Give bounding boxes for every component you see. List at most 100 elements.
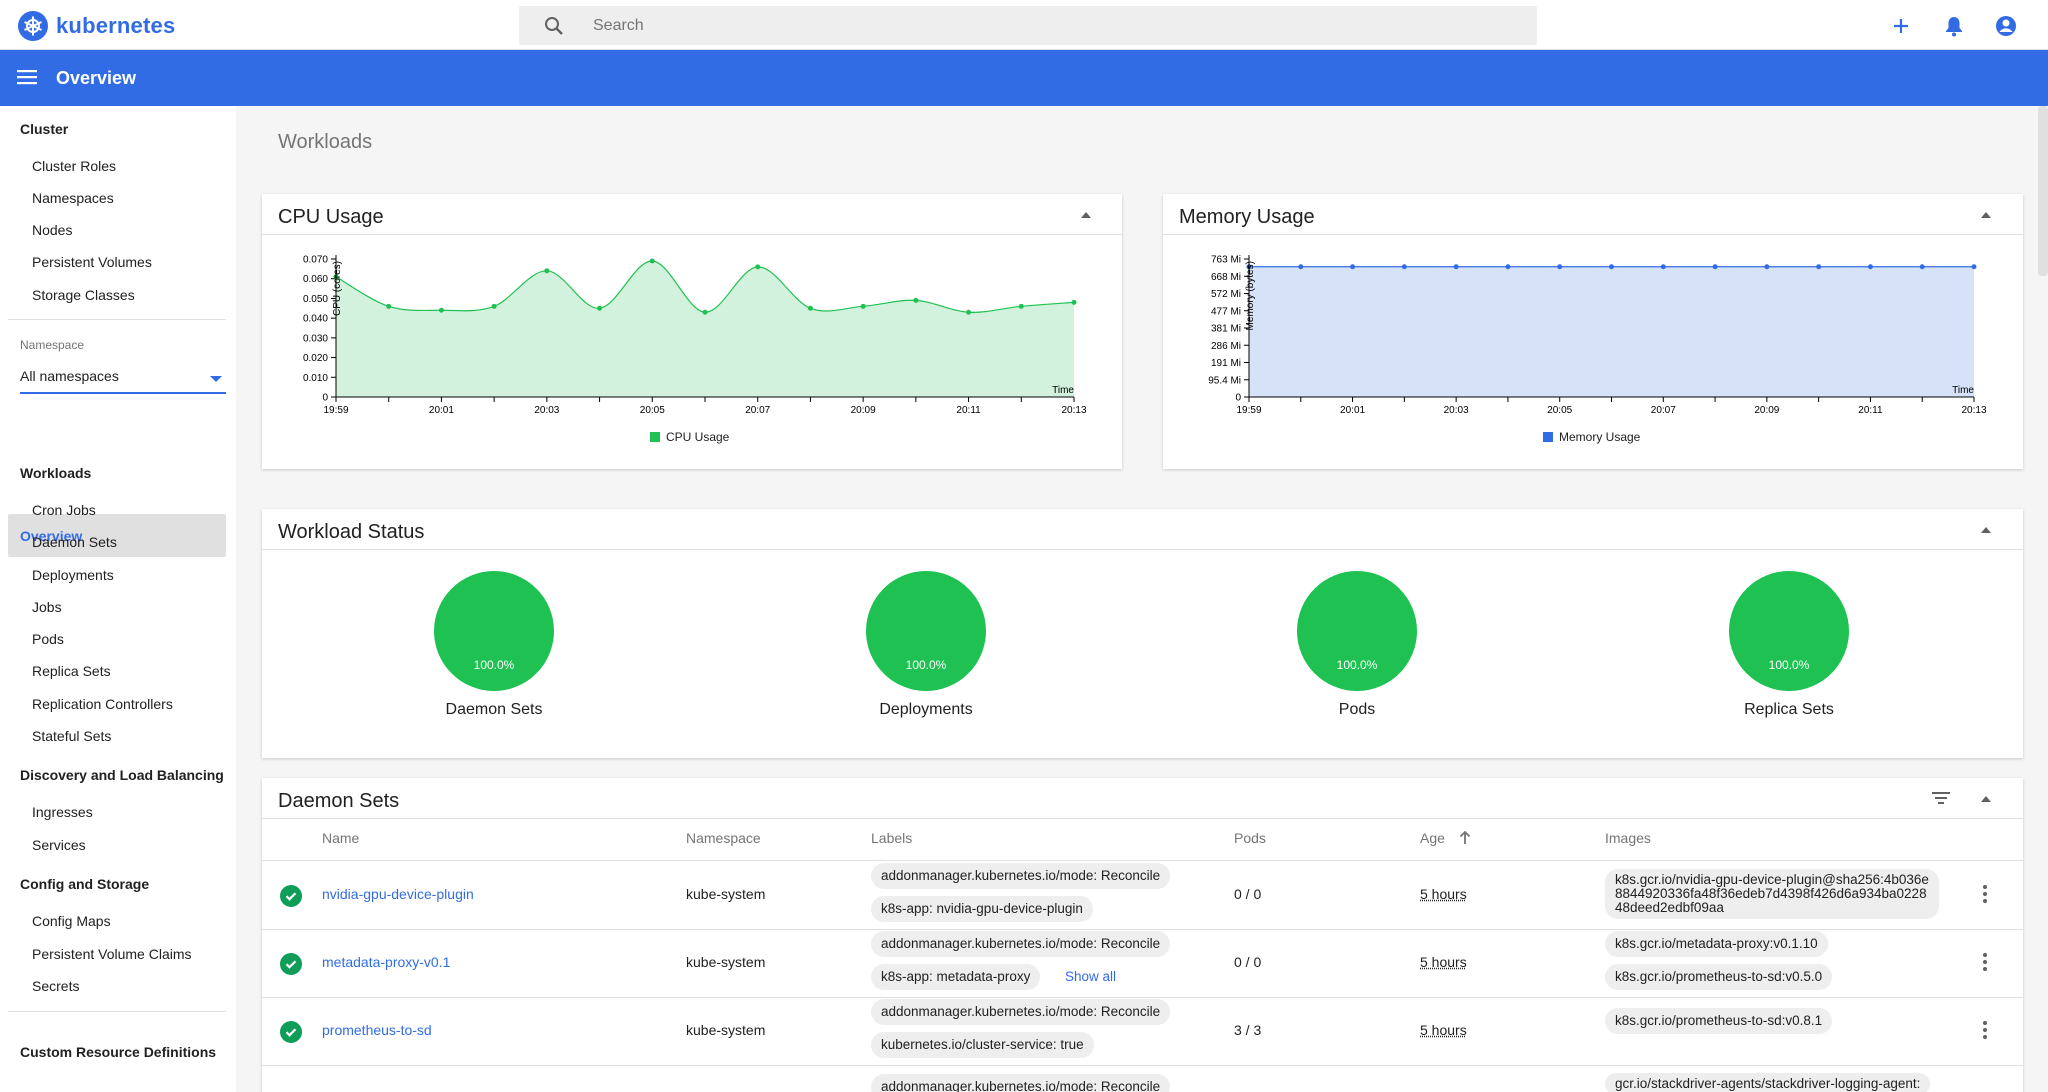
sidebar-item-namespaces[interactable]: Namespaces	[32, 190, 114, 206]
nav-heading-discovery[interactable]: Discovery and Load Balancing	[20, 767, 224, 783]
search-input[interactable]	[593, 6, 1493, 45]
label-chip: addonmanager.kubernetes.io/mode: Reconci…	[871, 1074, 1171, 1092]
show-all-labels-link[interactable]: Show all	[1065, 969, 1116, 984]
data-point	[966, 309, 972, 315]
namespace-select[interactable]: All namespaces	[20, 360, 226, 394]
label-chip: k8s-app: nvidia-gpu-device-plugin	[871, 896, 1093, 922]
top-bar: kubernetes	[0, 0, 2048, 50]
data-point	[1018, 303, 1024, 309]
data-point	[1401, 264, 1407, 270]
sidebar-item-secrets[interactable]: Secrets	[32, 978, 79, 994]
status-pods[interactable]: 100.0% Pods	[1267, 571, 1447, 719]
y-tick-label: 0.060	[303, 274, 328, 285]
sidebar-item-replication-controllers[interactable]: Replication Controllers	[32, 696, 173, 712]
column-header-namespace[interactable]: Namespace	[686, 830, 761, 846]
data-point	[702, 309, 708, 315]
sidebar-item-stateful-sets[interactable]: Stateful Sets	[32, 728, 111, 744]
pods-cell: 0 / 0	[1234, 886, 1262, 902]
sidebar-item-persistent-volume-claims[interactable]: Persistent Volume Claims	[32, 946, 192, 962]
legend-swatch	[650, 432, 660, 442]
nav-heading-config-storage[interactable]: Config and Storage	[20, 876, 149, 892]
area-fill	[1249, 266, 1974, 397]
x-tick-label: 19:59	[1236, 405, 1261, 416]
row-actions-menu-icon[interactable]	[1983, 1021, 1987, 1039]
sidebar-item-persistent-volumes[interactable]: Persistent Volumes	[32, 254, 152, 270]
data-point	[1764, 264, 1770, 270]
daemon-set-name-link[interactable]: prometheus-to-sd	[322, 1022, 432, 1038]
x-tick-label: 20:07	[745, 405, 770, 416]
data-point	[1867, 264, 1873, 270]
status-daemon-sets[interactable]: 100.0% Daemon Sets	[404, 571, 584, 719]
data-point	[860, 303, 866, 309]
sidebar-item-jobs[interactable]: Jobs	[32, 599, 62, 615]
hamburger-menu-icon[interactable]	[17, 68, 39, 91]
status-deployments[interactable]: 100.0% Deployments	[836, 571, 1016, 719]
age-cell: 5 hours	[1420, 886, 1467, 902]
x-tick-label: 20:11	[1858, 405, 1883, 416]
data-point	[1350, 264, 1356, 270]
collapse-icon[interactable]	[1981, 796, 1991, 802]
sidebar: Cluster Cluster Roles Namespaces Nodes P…	[0, 106, 236, 1092]
account-icon[interactable]	[1993, 13, 2019, 39]
y-tick-label: 0	[322, 393, 328, 404]
y-tick-label: 763 Mi	[1211, 255, 1241, 266]
x-tick-label: 20:07	[1651, 405, 1676, 416]
sidebar-item-daemon-sets[interactable]: Daemon Sets	[32, 534, 117, 550]
status-percent: 100.0%	[1336, 658, 1378, 672]
search-bar[interactable]	[519, 6, 1537, 45]
data-point	[1660, 264, 1666, 270]
sidebar-item-config-maps[interactable]: Config Maps	[32, 913, 111, 929]
page-scrollbar[interactable]	[2038, 106, 2048, 276]
sort-arrow-up-icon[interactable]	[1459, 830, 1471, 850]
chart-legend: Memory Usage	[1543, 430, 1640, 444]
label-chip: addonmanager.kubernetes.io/mode: Reconci…	[871, 931, 1171, 957]
filter-icon[interactable]	[1931, 790, 1951, 811]
y-tick-label: 95.4 Mi	[1208, 375, 1241, 386]
column-header-name[interactable]: Name	[322, 830, 359, 846]
data-point	[807, 305, 813, 311]
divider	[262, 818, 2023, 819]
sidebar-item-cluster-roles[interactable]: Cluster Roles	[32, 158, 116, 174]
y-tick-label: 0.050	[303, 294, 328, 305]
column-header-age[interactable]: Age	[1420, 830, 1445, 846]
row-actions-menu-icon[interactable]	[1983, 885, 1987, 903]
data-point	[438, 307, 444, 313]
nav-heading-cluster[interactable]: Cluster	[20, 121, 68, 137]
collapse-icon[interactable]	[1981, 212, 1991, 218]
sidebar-item-services[interactable]: Services	[32, 837, 86, 853]
label-chip: kubernetes.io/cluster-service: true	[871, 1032, 1094, 1058]
pods-cell: 3 / 3	[1234, 1022, 1262, 1038]
data-point	[1919, 264, 1925, 270]
toolbar: Overview	[0, 50, 2048, 106]
collapse-icon[interactable]	[1981, 527, 1991, 533]
kubernetes-logo[interactable]: kubernetes	[18, 11, 175, 41]
sidebar-item-storage-classes[interactable]: Storage Classes	[32, 287, 135, 303]
add-icon[interactable]	[1888, 13, 1914, 39]
data-point	[1505, 264, 1511, 270]
sidebar-item-replica-sets[interactable]: Replica Sets	[32, 663, 111, 679]
daemon-set-name-link[interactable]: nvidia-gpu-device-plugin	[322, 886, 474, 902]
data-point	[1609, 264, 1614, 270]
daemon-set-name-link[interactable]: metadata-proxy-v0.1	[322, 954, 450, 970]
sidebar-item-nodes[interactable]: Nodes	[32, 222, 72, 238]
y-axis-label: CPU (cores)	[332, 261, 343, 316]
sidebar-item-ingresses[interactable]: Ingresses	[32, 804, 93, 820]
namespace-cell: kube-system	[686, 886, 766, 902]
sidebar-item-pods[interactable]: Pods	[32, 631, 64, 647]
nav-heading-workloads[interactable]: Workloads	[20, 465, 91, 481]
status-label: Deployments	[879, 701, 973, 718]
notifications-bell-icon[interactable]	[1941, 13, 1967, 39]
card-title: Memory Usage	[1179, 206, 1315, 228]
data-point	[755, 264, 761, 270]
status-replica-sets[interactable]: 100.0% Replica Sets	[1699, 571, 1879, 719]
status-label: Pods	[1338, 701, 1376, 718]
collapse-icon[interactable]	[1081, 212, 1091, 218]
row-actions-menu-icon[interactable]	[1983, 953, 1987, 971]
nav-heading-crd[interactable]: Custom Resource Definitions	[20, 1044, 216, 1060]
sidebar-item-deployments[interactable]: Deployments	[32, 567, 114, 583]
divider	[262, 1065, 2023, 1066]
search-icon	[543, 15, 565, 42]
data-point	[1071, 299, 1077, 305]
column-header-labels: Labels	[871, 830, 913, 846]
sidebar-item-cron-jobs[interactable]: Cron Jobs	[32, 502, 96, 518]
